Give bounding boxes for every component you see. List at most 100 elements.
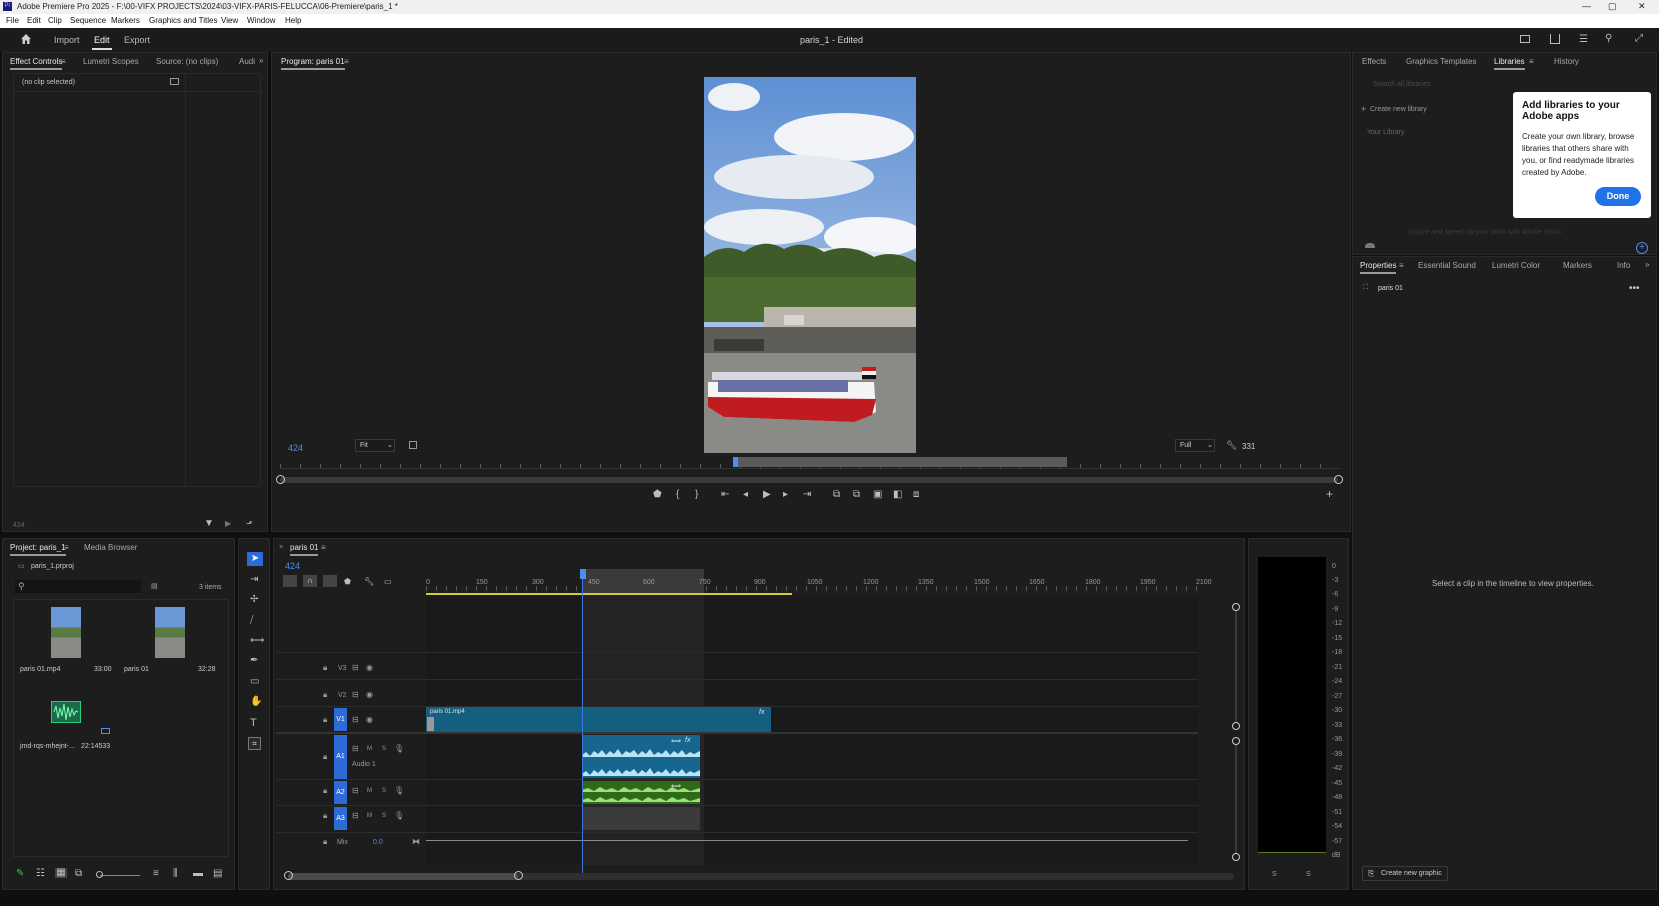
mic-icon[interactable]: 🎙︎ bbox=[394, 786, 404, 795]
mute-button[interactable]: M bbox=[367, 813, 372, 819]
tab-graphics-templates[interactable]: Graphics Templates bbox=[1406, 57, 1477, 66]
linked-selection-icon[interactable] bbox=[323, 575, 337, 587]
step-forward-icon[interactable]: ▸ bbox=[783, 490, 788, 500]
filter-icon[interactable]: ▼ bbox=[204, 519, 214, 529]
zoom-right-handle[interactable] bbox=[1334, 475, 1343, 484]
track-target-a3[interactable]: A3 bbox=[334, 807, 347, 830]
track-target-a1[interactable]: A1 bbox=[334, 735, 347, 779]
audio-scroll-bottom[interactable] bbox=[1232, 853, 1240, 861]
project-search-input[interactable]: ⚲ bbox=[15, 580, 141, 593]
video-scrollbar[interactable] bbox=[1235, 611, 1237, 722]
mic-icon[interactable]: 🎙︎ bbox=[394, 811, 404, 820]
rectangle-tool-icon[interactable]: ▭ bbox=[250, 677, 259, 687]
ripple-edit-tool-icon[interactable]: ✢ bbox=[250, 595, 258, 605]
zoom-scrollbar[interactable] bbox=[280, 477, 1338, 483]
more-options-icon[interactable]: ••• bbox=[1629, 283, 1640, 294]
play-icon[interactable]: ▶ bbox=[763, 490, 771, 500]
tab-properties[interactable]: Properties bbox=[1360, 261, 1397, 274]
icon-view-icon[interactable]: ▦ bbox=[55, 868, 67, 878]
menu-help[interactable]: Help bbox=[285, 16, 301, 25]
audio-clip-a1[interactable]: fx ⟺ bbox=[582, 735, 700, 778]
camera-icon[interactable]: ▣ bbox=[873, 490, 882, 500]
workspace-edit[interactable]: Edit bbox=[94, 35, 110, 45]
lock-icon[interactable]: 🔒︎ bbox=[323, 811, 327, 821]
razor-tool-icon[interactable]: ⧸ bbox=[250, 616, 253, 626]
slip-tool-icon[interactable]: ⟷ bbox=[250, 636, 264, 646]
new-item-icon[interactable]: ▤ bbox=[213, 869, 222, 879]
search-help-icon[interactable]: ⚲ bbox=[1605, 33, 1612, 44]
mark-in-icon[interactable]: { bbox=[676, 490, 679, 500]
tab-program[interactable]: Program: paris 01 bbox=[281, 57, 345, 70]
tab-effect-controls[interactable]: Effect Controls bbox=[10, 57, 63, 70]
program-menu-icon[interactable]: ≡ bbox=[344, 57, 349, 66]
close-tab-icon[interactable]: × bbox=[279, 544, 283, 551]
tab-project[interactable]: Project: paris_1 bbox=[10, 543, 66, 556]
quality-dropdown[interactable]: Full ⌄ bbox=[1175, 439, 1215, 452]
new-bin-icon[interactable]: ▤ bbox=[151, 582, 158, 590]
type-tool-icon[interactable]: T bbox=[250, 718, 257, 729]
lock-icon[interactable]: 🔒︎ bbox=[323, 837, 327, 847]
workspaces-menu-icon[interactable]: ☰ bbox=[1579, 34, 1588, 45]
add-marker-icon[interactable]: ⬟ bbox=[344, 577, 351, 587]
mix-end-icon[interactable]: ⧓ bbox=[412, 837, 420, 846]
project-menu-icon[interactable]: ≡ bbox=[64, 543, 69, 552]
sync-lock-icon[interactable]: ⊟ bbox=[352, 811, 359, 820]
automate-icon[interactable]: ⫼ bbox=[173, 869, 178, 879]
track-label-v2[interactable]: V2 bbox=[338, 692, 347, 699]
tab-markers[interactable]: Markers bbox=[1563, 261, 1592, 270]
pen-tool-icon[interactable]: ✒ bbox=[250, 656, 258, 666]
snap-icon[interactable]: ∩ bbox=[303, 575, 317, 587]
timeline-zoom-thumb[interactable] bbox=[288, 873, 518, 880]
track-select-tool-icon[interactable]: ⇥ bbox=[250, 575, 258, 585]
tab-media-browser[interactable]: Media Browser bbox=[84, 543, 137, 552]
go-to-in-icon[interactable]: ⇤ bbox=[721, 490, 729, 500]
lock-icon[interactable]: 🔒︎ bbox=[323, 690, 327, 700]
zoom-left-handle[interactable] bbox=[284, 871, 293, 880]
menu-window[interactable]: Window bbox=[247, 16, 275, 25]
timeline-settings-icon[interactable]: 🔧︎ bbox=[364, 577, 374, 587]
fullscreen-icon[interactable]: ⤢ bbox=[1635, 33, 1643, 44]
meter-solo-left[interactable]: S bbox=[1272, 871, 1277, 878]
eye-icon[interactable]: ◉ bbox=[366, 715, 373, 724]
track-label-v3[interactable]: V3 bbox=[338, 665, 347, 672]
audio-clip-a3[interactable] bbox=[582, 807, 700, 830]
sync-lock-icon[interactable]: ⊟ bbox=[352, 744, 359, 753]
tab-essential-sound[interactable]: Essential Sound bbox=[1418, 261, 1476, 270]
project-item-thumbnail[interactable] bbox=[51, 607, 81, 658]
extract-icon[interactable]: ⧉ bbox=[853, 490, 860, 500]
lock-icon[interactable]: 🔒︎ bbox=[323, 786, 327, 796]
solo-button[interactable]: S bbox=[382, 813, 386, 819]
menu-edit[interactable]: Edit bbox=[27, 16, 41, 25]
zoom-right-handle[interactable] bbox=[514, 871, 523, 880]
menu-markers[interactable]: Markers bbox=[111, 16, 140, 25]
mic-icon[interactable]: 🎙︎ bbox=[394, 744, 404, 753]
properties-menu-icon[interactable]: ≡ bbox=[1399, 261, 1404, 270]
workspace-import[interactable]: Import bbox=[54, 35, 80, 45]
share-icon[interactable] bbox=[1550, 34, 1560, 44]
audio-clip-a2[interactable]: ⟺ bbox=[582, 781, 700, 804]
lock-icon[interactable]: 🔒︎ bbox=[323, 752, 327, 762]
program-timecode[interactable]: 424 bbox=[288, 443, 303, 453]
tab-effects[interactable]: Effects bbox=[1362, 57, 1386, 66]
tab-info[interactable]: Info bbox=[1617, 261, 1630, 270]
mute-button[interactable]: M bbox=[367, 746, 372, 752]
freeform-view-icon[interactable]: ⧉ bbox=[75, 869, 82, 879]
sync-lock-icon[interactable]: ⊟ bbox=[352, 690, 359, 699]
timeline-playhead[interactable] bbox=[580, 569, 586, 579]
project-item-name[interactable]: jmd-rqs-mhejnt-... bbox=[20, 743, 75, 750]
tab-lumetri-scopes[interactable]: Lumetri Scopes bbox=[83, 57, 139, 66]
video-scroll-top[interactable] bbox=[1232, 603, 1240, 611]
eye-icon[interactable]: ◉ bbox=[366, 690, 373, 699]
home-icon[interactable] bbox=[20, 33, 32, 45]
lift-icon[interactable]: ⧉ bbox=[833, 490, 840, 500]
menu-sequence[interactable]: Sequence bbox=[70, 16, 106, 25]
fit-dropdown[interactable]: Fit ⌄ bbox=[355, 439, 395, 452]
new-bin-footer-icon[interactable]: ▬ bbox=[193, 869, 203, 879]
plus-icon[interactable]: + bbox=[1361, 104, 1366, 114]
zoom-left-handle[interactable] bbox=[276, 475, 285, 484]
safe-margins-icon[interactable] bbox=[409, 441, 417, 449]
wrench-icon[interactable]: 🔧︎ bbox=[1226, 440, 1237, 451]
project-item-thumbnail[interactable] bbox=[155, 607, 185, 658]
tab-lumetri-color[interactable]: Lumetri Color bbox=[1492, 261, 1540, 270]
create-graphic-button[interactable]: ⎘ Create new graphic bbox=[1362, 866, 1448, 881]
